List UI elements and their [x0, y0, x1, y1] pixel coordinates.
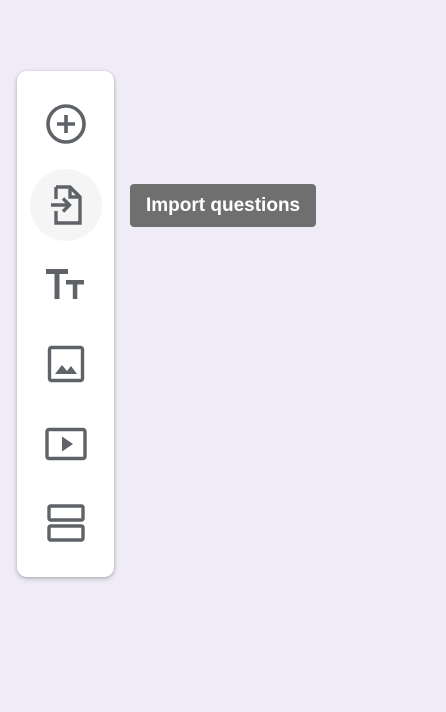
title-text-icon: [46, 269, 84, 299]
import-file-icon: [51, 185, 82, 225]
add-video-button[interactable]: [30, 408, 102, 480]
video-play-icon: [45, 427, 87, 461]
import-questions-button[interactable]: [30, 169, 102, 241]
import-questions-tooltip: Import questions: [130, 184, 317, 227]
image-icon: [47, 345, 85, 383]
add-circle-icon: [46, 104, 86, 144]
add-image-button[interactable]: [30, 328, 102, 400]
section-icon: [47, 504, 85, 542]
floating-toolbar: [17, 71, 114, 577]
add-section-button[interactable]: [30, 487, 102, 559]
add-question-button[interactable]: [30, 88, 102, 160]
add-title-button[interactable]: [30, 248, 102, 320]
